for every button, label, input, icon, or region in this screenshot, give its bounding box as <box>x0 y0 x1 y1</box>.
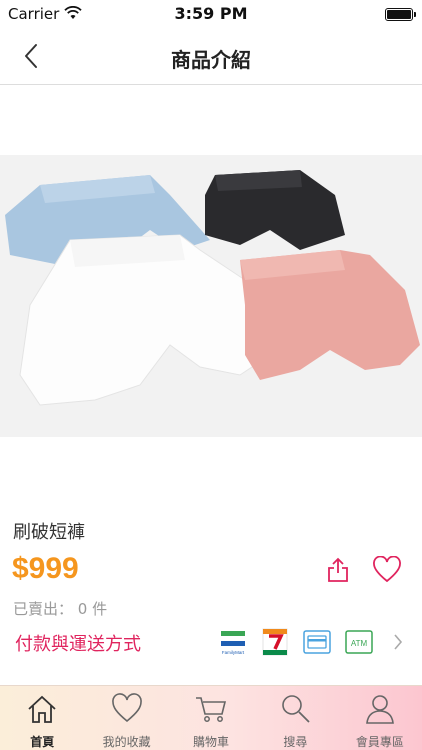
product-photo-art <box>0 155 422 437</box>
heart-icon <box>111 693 142 723</box>
status-bar: Carrier 3:59 PM <box>0 0 422 28</box>
tab-bar: 首頁 我的收藏 購物車 搜尋 會員專區 <box>0 685 422 750</box>
share-icon[interactable] <box>324 556 352 584</box>
page-title: 商品介紹 <box>171 48 251 72</box>
tab-label-favorites: 我的收藏 <box>102 735 151 749</box>
battery-icon <box>385 8 416 21</box>
familymart-icon: FamilyMart <box>221 631 245 655</box>
chevron-right-icon[interactable] <box>392 632 404 652</box>
tab-label-cart: 購物車 <box>193 735 230 749</box>
tab-member[interactable]: 會員專區 <box>338 686 422 750</box>
tab-home[interactable]: 首頁 <box>0 686 84 750</box>
seven-eleven-icon <box>262 628 288 656</box>
product-image[interactable] <box>0 155 422 437</box>
tab-favorites[interactable]: 我的收藏 <box>84 686 168 750</box>
atm-label: ATM <box>351 639 368 648</box>
product-price: $999 <box>12 552 79 585</box>
tab-label-member: 會員專區 <box>355 735 404 749</box>
familymart-label: FamilyMart <box>222 650 245 655</box>
payment-shipping-link[interactable]: 付款與運送方式 <box>15 630 141 656</box>
cart-icon <box>196 697 227 722</box>
tab-label-search: 搜尋 <box>283 735 308 749</box>
payment-icons[interactable]: FamilyMart ATM <box>218 624 386 660</box>
sold-count: 已賣出： 0 件 <box>13 600 108 618</box>
tab-search[interactable]: 搜尋 <box>253 686 337 750</box>
user-icon <box>365 695 394 724</box>
credit-card-icon <box>303 630 331 654</box>
favorite-heart-icon[interactable] <box>372 556 402 584</box>
home-icon <box>28 695 56 723</box>
tab-label-home: 首頁 <box>30 735 55 749</box>
nav-bar: 商品介紹 <box>0 28 422 85</box>
product-name: 刷破短褲 <box>13 522 85 543</box>
atm-icon: ATM <box>345 630 373 654</box>
search-icon <box>282 695 311 723</box>
tab-cart[interactable]: 購物車 <box>169 686 253 750</box>
clock: 3:59 PM <box>174 4 248 23</box>
